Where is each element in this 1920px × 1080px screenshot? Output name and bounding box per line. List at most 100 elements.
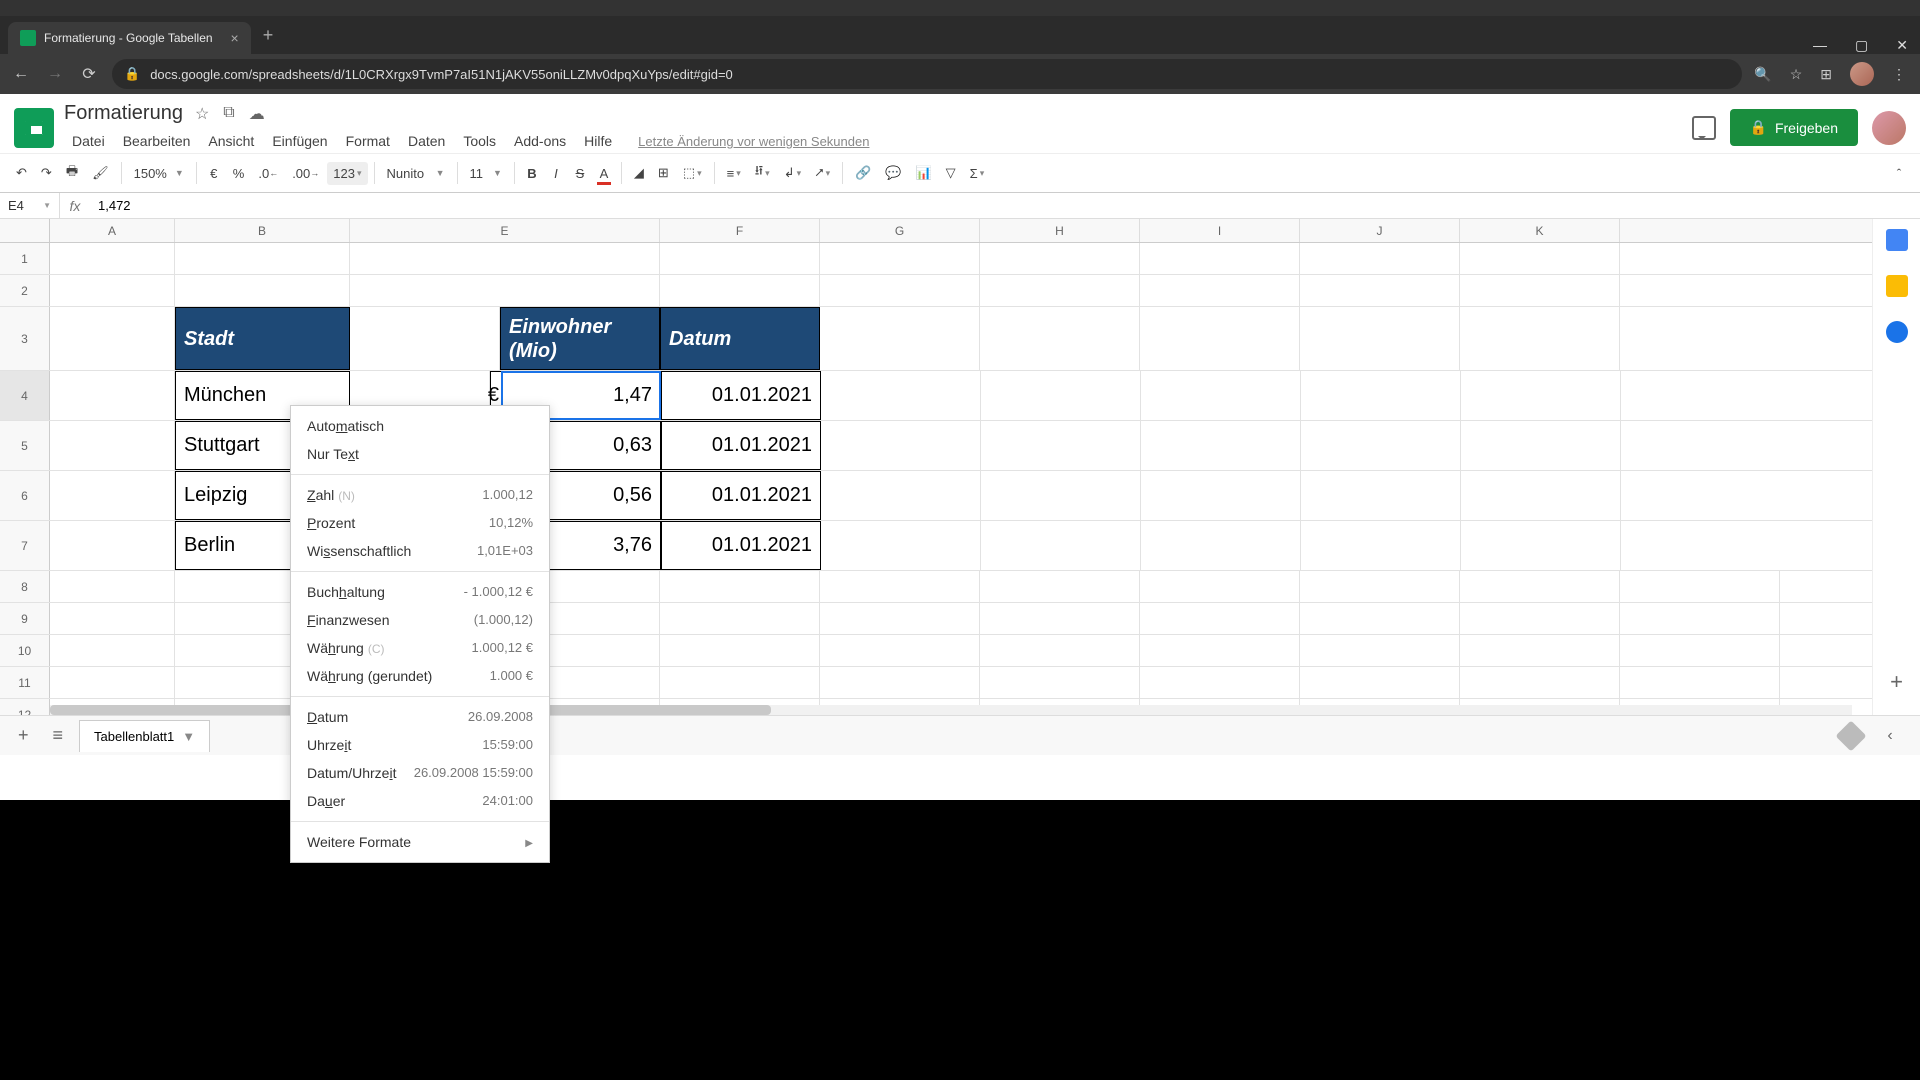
cell[interactable] xyxy=(1620,635,1780,666)
cell[interactable] xyxy=(50,635,175,666)
sheet-tab[interactable]: Tabellenblatt1 ▼ xyxy=(79,720,210,752)
nav-forward-icon[interactable]: → xyxy=(44,65,66,83)
row-header[interactable]: 7 xyxy=(0,521,50,570)
print-icon[interactable]: 🖶 xyxy=(60,158,84,188)
cell[interactable] xyxy=(1140,307,1300,370)
cell[interactable] xyxy=(1141,421,1301,470)
cell[interactable] xyxy=(980,635,1140,666)
halign-button[interactable]: ≡▾ xyxy=(721,162,747,185)
format-menu-item[interactable]: Uhrzeit15:59:00 xyxy=(291,731,549,759)
format-menu-item[interactable]: Datum/Uhrzeit26.09.2008 15:59:00 xyxy=(291,759,549,787)
cell[interactable] xyxy=(820,667,980,698)
sheets-logo-icon[interactable] xyxy=(14,108,54,148)
cell-datum[interactable]: 01.01.2021 xyxy=(661,471,821,520)
menu-datei[interactable]: Datei xyxy=(64,129,113,153)
cell[interactable] xyxy=(50,471,175,520)
row-header[interactable]: 5 xyxy=(0,421,50,470)
cell[interactable] xyxy=(1461,521,1621,570)
merge-button[interactable]: ⬚▾ xyxy=(677,161,708,185)
extensions-icon[interactable]: ⊞ xyxy=(1820,66,1832,83)
cell-datum[interactable]: 01.01.2021 xyxy=(661,521,821,570)
cloud-icon[interactable]: ☁ xyxy=(249,104,265,124)
new-tab-button[interactable]: + xyxy=(251,17,286,54)
cell[interactable] xyxy=(1300,635,1460,666)
cell[interactable] xyxy=(1300,243,1460,274)
cell[interactable] xyxy=(1460,667,1620,698)
col-header-j[interactable]: J xyxy=(1300,219,1460,242)
cell[interactable] xyxy=(1620,667,1780,698)
cell[interactable] xyxy=(1140,243,1300,274)
col-header-h[interactable]: H xyxy=(980,219,1140,242)
cell[interactable] xyxy=(50,571,175,602)
cell[interactable] xyxy=(1461,371,1621,420)
menu-format[interactable]: Format xyxy=(338,129,398,153)
zoom-icon[interactable]: 🔍 xyxy=(1754,66,1771,83)
menu-ansicht[interactable]: Ansicht xyxy=(200,129,262,153)
cell[interactable] xyxy=(50,371,175,420)
link-icon[interactable]: 🔗 xyxy=(849,161,877,185)
cell[interactable] xyxy=(981,421,1141,470)
menu-tools[interactable]: Tools xyxy=(455,129,504,153)
cell[interactable] xyxy=(1301,521,1461,570)
cell[interactable] xyxy=(1300,275,1460,306)
browser-tab[interactable]: Formatierung - Google Tabellen × xyxy=(8,22,251,54)
cell[interactable] xyxy=(980,667,1140,698)
cell[interactable] xyxy=(820,307,980,370)
col-header-k[interactable]: K xyxy=(1460,219,1620,242)
cell[interactable] xyxy=(1460,603,1620,634)
cell[interactable] xyxy=(50,521,175,570)
cell[interactable] xyxy=(1300,571,1460,602)
row-header[interactable]: 4 xyxy=(0,371,50,420)
cell[interactable] xyxy=(1620,571,1780,602)
cell[interactable] xyxy=(821,421,981,470)
collapse-toolbar-icon[interactable]: ˆ xyxy=(1888,162,1910,185)
format-menu-item[interactable]: Buchhaltung- 1.000,12 € xyxy=(291,578,549,606)
formula-bar[interactable]: 1,472 xyxy=(90,198,1920,213)
all-sheets-button[interactable]: ≡ xyxy=(45,721,72,750)
cell[interactable] xyxy=(175,243,350,274)
sheet-tab-menu-icon[interactable]: ▼ xyxy=(182,729,195,744)
cell[interactable] xyxy=(350,243,660,274)
format-menu-item[interactable]: Finanzwesen(1.000,12) xyxy=(291,606,549,634)
cell[interactable] xyxy=(1460,635,1620,666)
format-menu-item[interactable]: Währung(C)1.000,12 € xyxy=(291,634,549,662)
cell[interactable] xyxy=(821,521,981,570)
addons-plus-icon[interactable]: + xyxy=(1890,669,1903,695)
window-minimize-icon[interactable]: — xyxy=(1813,37,1827,54)
cell[interactable] xyxy=(175,275,350,306)
cell[interactable] xyxy=(820,275,980,306)
move-icon[interactable]: ⧉ xyxy=(223,104,234,124)
format-currency-button[interactable]: € xyxy=(203,162,225,185)
cell[interactable] xyxy=(980,243,1140,274)
row-header[interactable]: 9 xyxy=(0,603,50,634)
format-percent-button[interactable]: % xyxy=(227,162,251,185)
add-sheet-button[interactable]: + xyxy=(10,721,37,750)
cell[interactable] xyxy=(821,471,981,520)
font-size-select[interactable]: 11▼ xyxy=(464,162,508,185)
tasks-icon[interactable] xyxy=(1886,321,1908,343)
calendar-icon[interactable] xyxy=(1886,229,1908,251)
cell[interactable] xyxy=(660,243,820,274)
cell[interactable] xyxy=(1301,471,1461,520)
decrease-decimal-button[interactable]: .0← xyxy=(252,162,284,185)
cell[interactable] xyxy=(821,371,981,420)
cell-datum[interactable]: 01.01.2021 xyxy=(661,421,821,470)
name-box[interactable]: E4▼ xyxy=(0,193,60,218)
format-menu-item[interactable]: Prozent10,12% xyxy=(291,509,549,537)
last-edit-text[interactable]: Letzte Änderung vor wenigen Sekunden xyxy=(630,130,877,153)
row-header[interactable]: 3 xyxy=(0,307,50,370)
cell[interactable] xyxy=(1140,603,1300,634)
cell[interactable] xyxy=(981,471,1141,520)
row-header[interactable]: 8 xyxy=(0,571,50,602)
cell[interactable] xyxy=(1141,471,1301,520)
cell[interactable] xyxy=(981,371,1141,420)
cell[interactable] xyxy=(50,307,175,370)
cell[interactable] xyxy=(1300,307,1460,370)
cell-datum[interactable]: 01.01.2021 xyxy=(661,371,821,420)
window-maximize-icon[interactable]: ▢ xyxy=(1855,37,1868,54)
col-header-g[interactable]: G xyxy=(820,219,980,242)
cell[interactable] xyxy=(1300,667,1460,698)
cell[interactable] xyxy=(1460,571,1620,602)
browser-menu-icon[interactable]: ⋮ xyxy=(1892,66,1906,83)
url-input[interactable]: 🔒 docs.google.com/spreadsheets/d/1L0CRXr… xyxy=(112,59,1742,89)
